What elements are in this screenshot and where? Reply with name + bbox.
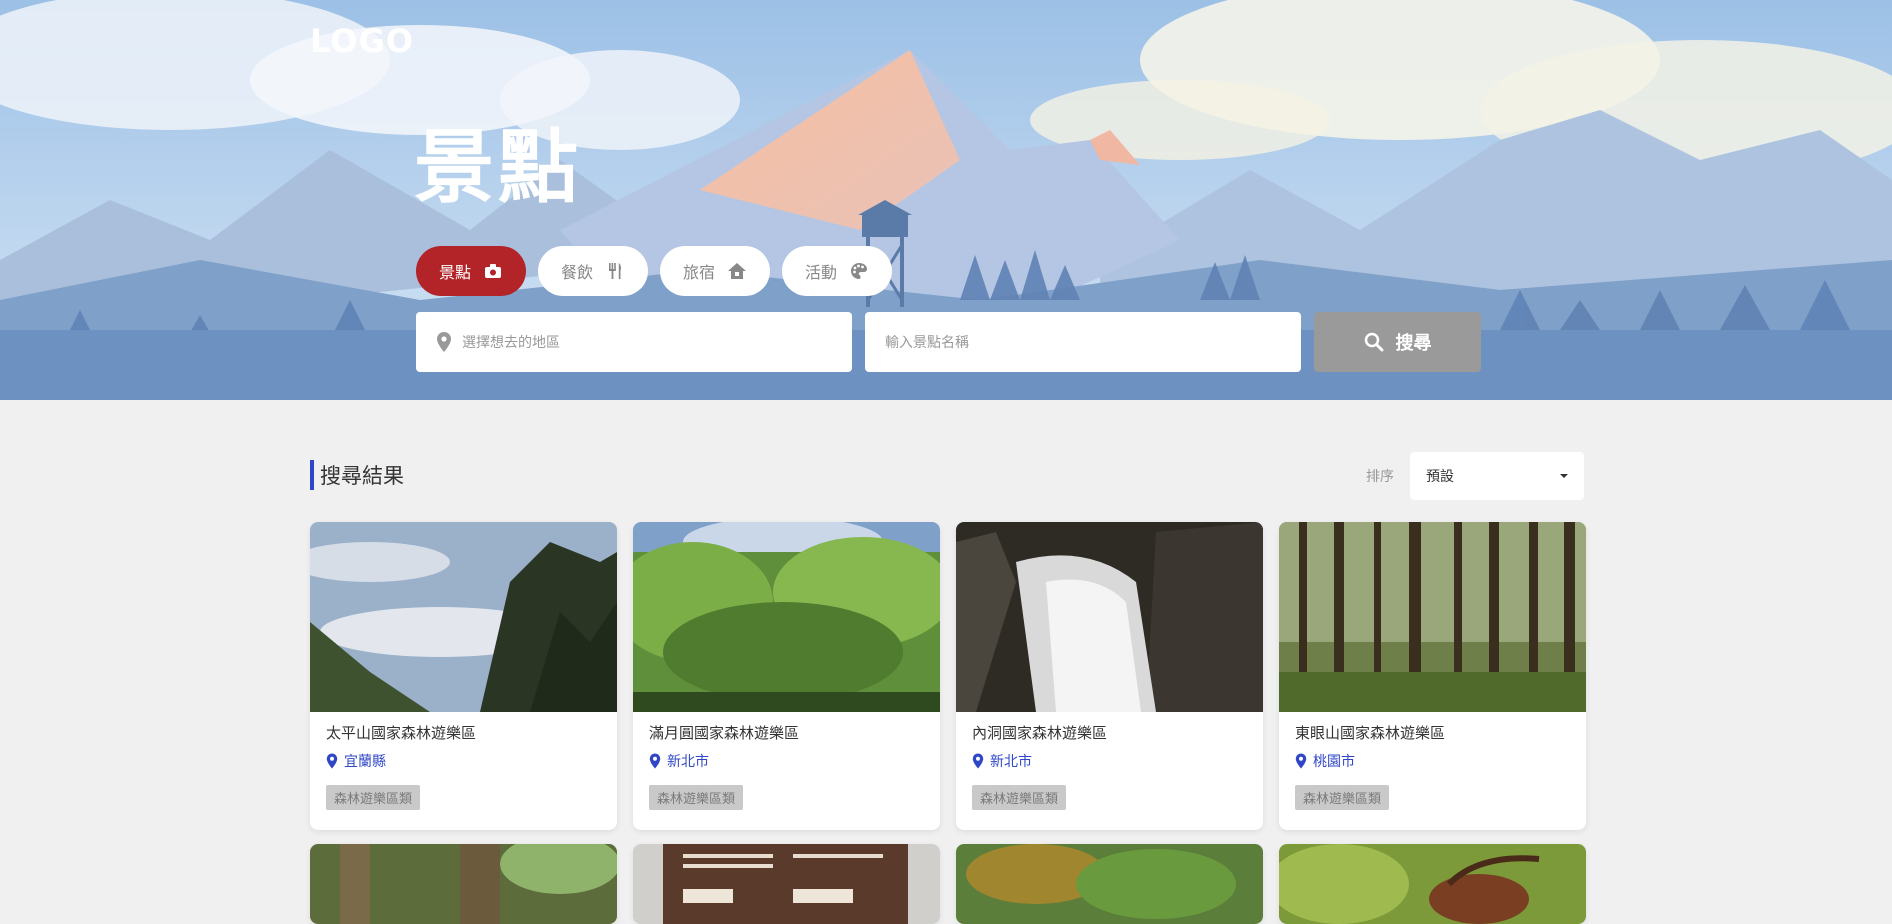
result-card[interactable]: 滿月圓國家森林遊樂區 新北市 森林遊樂區類 (633, 522, 940, 830)
region-select[interactable]: 選擇想去的地區 (416, 312, 852, 372)
card-location: 宜蘭縣 (326, 751, 601, 771)
card-photo (956, 522, 1263, 712)
search-button-label: 搜尋 (1395, 333, 1432, 354)
card-title: 東眼山國家森林遊樂區 (1295, 724, 1446, 742)
results-header: 搜尋結果 (310, 460, 404, 490)
hero-banner: LOGO 景點 景點 餐飲 旅宿 活動 選擇想去的地區 輸入景點名稱 搜尋 (0, 0, 1892, 400)
card-photo (310, 844, 617, 924)
camera-icon (485, 264, 501, 278)
palette-icon (851, 263, 867, 279)
search-button[interactable]: 搜尋 (1314, 312, 1481, 372)
tab-label: 餐飲 (560, 263, 593, 282)
category-tag: 森林遊樂區類 (1295, 785, 1390, 810)
map-pin-icon (326, 753, 338, 769)
category-tag: 森林遊樂區類 (326, 785, 421, 810)
card-photo (633, 844, 940, 924)
page-title: 景點 (414, 121, 582, 214)
tab-label: 活動 (804, 263, 837, 282)
result-card[interactable] (633, 844, 940, 924)
card-location-text: 新北市 (990, 754, 1032, 770)
card-location-text: 桃園市 (1313, 754, 1355, 770)
sort-label: 排序 (1366, 469, 1394, 485)
map-pin-icon (972, 753, 984, 769)
result-card[interactable] (1279, 844, 1586, 924)
card-photo (633, 522, 940, 712)
result-card[interactable]: 太平山國家森林遊樂區 宜蘭縣 森林遊樂區類 (310, 522, 617, 830)
result-card[interactable] (310, 844, 617, 924)
card-photo (310, 522, 617, 712)
tab-label: 景點 (438, 263, 471, 282)
house-icon (728, 263, 746, 279)
site-logo[interactable]: LOGO (310, 22, 414, 60)
region-placeholder: 選擇想去的地區 (462, 335, 560, 351)
sort-value: 預設 (1426, 469, 1454, 485)
sort-select[interactable]: 預設 (1410, 452, 1584, 500)
caret-down-icon (1560, 474, 1568, 478)
card-location: 新北市 (972, 751, 1247, 771)
card-location-text: 宜蘭縣 (344, 754, 386, 770)
category-tag: 森林遊樂區類 (649, 785, 744, 810)
results-title: 搜尋結果 (320, 464, 404, 488)
card-photo (1279, 522, 1586, 712)
card-photo (956, 844, 1263, 924)
keyword-input[interactable]: 輸入景點名稱 (865, 312, 1301, 372)
card-photo (1279, 844, 1586, 924)
card-title: 內洞國家森林遊樂區 (972, 724, 1108, 742)
tab-lodging[interactable]: 旅宿 (660, 246, 770, 296)
section-accent-bar (310, 460, 314, 490)
card-location-text: 新北市 (667, 754, 709, 770)
card-title: 滿月圓國家森林遊樂區 (649, 724, 800, 742)
result-card[interactable]: 內洞國家森林遊樂區 新北市 森林遊樂區類 (956, 522, 1263, 830)
tab-attractions[interactable]: 景點 (416, 246, 526, 296)
search-icon (1364, 332, 1383, 352)
tab-activities[interactable]: 活動 (782, 246, 892, 296)
search-bar: 選擇想去的地區 輸入景點名稱 搜尋 (416, 312, 1481, 372)
category-tag: 森林遊樂區類 (972, 785, 1067, 810)
map-pin-icon (649, 753, 661, 769)
keyword-placeholder: 輸入景點名稱 (885, 335, 969, 351)
tab-dining[interactable]: 餐飲 (538, 246, 648, 296)
result-card[interactable] (956, 844, 1263, 924)
map-pin-icon (1295, 753, 1307, 769)
result-card[interactable]: 東眼山國家森林遊樂區 桃園市 森林遊樂區類 (1279, 522, 1586, 830)
tab-label: 旅宿 (682, 263, 715, 282)
card-location: 桃園市 (1295, 751, 1570, 771)
card-title: 太平山國家森林遊樂區 (326, 724, 477, 742)
utensils-icon (609, 263, 621, 279)
sort-control: 排序 預設 (1366, 452, 1584, 500)
map-pin-icon (437, 332, 451, 352)
card-location: 新北市 (649, 751, 924, 771)
category-tabs: 景點 餐飲 旅宿 活動 (416, 246, 892, 296)
